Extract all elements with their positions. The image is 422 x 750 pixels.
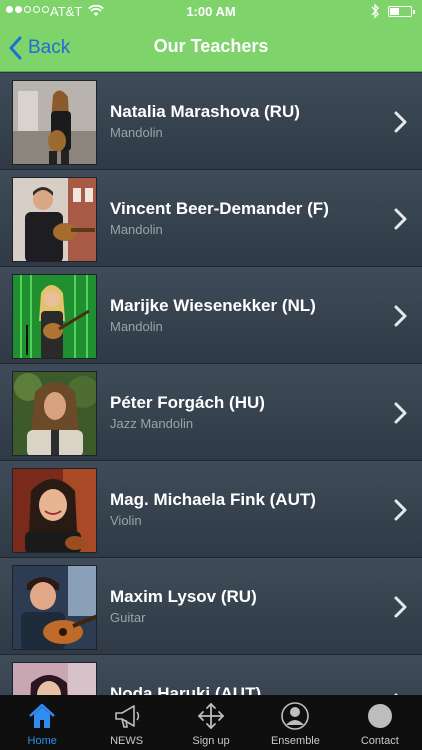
teachers-list[interactable]: Natalia Marashova (RU) Mandolin Vincent …	[0, 73, 422, 695]
teacher-row[interactable]: Péter Forgách (HU) Jazz Mandolin	[0, 364, 422, 461]
tab-label: Contact	[360, 735, 399, 747]
teacher-row[interactable]: Vincent Beer-Demander (F) Mandolin	[0, 170, 422, 267]
teacher-photo	[12, 274, 97, 359]
tab-label: Ensemble	[270, 735, 320, 747]
teacher-instrument: Mandolin	[110, 222, 163, 237]
teacher-photo	[12, 80, 97, 165]
teacher-row[interactable]: Mag. Michaela Fink (AUT) Violin	[0, 461, 422, 558]
battery-icon	[388, 6, 415, 17]
teacher-row[interactable]: Noda Haruki (AUT)	[0, 655, 422, 695]
status-time: 1:00 AM	[186, 4, 236, 19]
teacher-instrument: Guitar	[110, 610, 146, 625]
chevron-right-icon	[394, 208, 407, 230]
move-arrows-icon	[198, 703, 224, 729]
chevron-right-icon	[394, 111, 407, 133]
chevron-right-icon	[394, 499, 407, 521]
status-bar: AT&T 1:00 AM	[0, 0, 422, 24]
tab-label: Sign up	[192, 735, 230, 747]
teacher-photo	[12, 662, 97, 695]
tab-sign-up[interactable]: Sign up	[169, 695, 253, 750]
tab-news[interactable]: NEWS	[84, 695, 168, 750]
app-screen: AT&T 1:00 AM Back Our Teachers Natalia M…	[0, 0, 422, 750]
teacher-photo	[12, 565, 97, 650]
page-title: Our Teachers	[153, 36, 269, 56]
megaphone-icon	[114, 705, 139, 728]
top-bar: AT&T 1:00 AM Back Our Teachers	[0, 0, 422, 72]
teacher-instrument: Mandolin	[110, 319, 163, 334]
teacher-instrument: Mandolin	[110, 125, 163, 140]
tab-contact[interactable]: Contact	[338, 695, 422, 750]
teacher-photo	[12, 468, 97, 553]
person-icon	[281, 702, 310, 730]
teacher-row[interactable]: Maxim Lysov (RU) Guitar	[0, 558, 422, 655]
teacher-name: Noda Haruki (AUT)	[110, 684, 262, 695]
tab-bar: Home NEWS Sign up Ensemble Contact	[0, 695, 422, 750]
tab-home[interactable]: Home	[0, 695, 84, 750]
teacher-photo	[12, 177, 97, 262]
teacher-photo	[12, 371, 97, 456]
navigation-bar: Back Our Teachers	[0, 24, 422, 72]
bluetooth-icon	[371, 3, 379, 19]
circle-icon	[367, 704, 392, 728]
tab-label: NEWS	[110, 735, 144, 747]
tab-ensemble[interactable]: Ensemble	[253, 695, 337, 750]
teacher-name: Natalia Marashova (RU)	[110, 102, 300, 121]
teacher-name: Vincent Beer-Demander (F)	[110, 199, 329, 218]
tab-label: Home	[27, 735, 57, 747]
teacher-name: Marijke Wiesenekker (NL)	[110, 296, 316, 315]
teacher-row[interactable]: Marijke Wiesenekker (NL) Mandolin	[0, 267, 422, 364]
teacher-name: Mag. Michaela Fink (AUT)	[110, 490, 316, 509]
home-icon	[29, 703, 56, 728]
teacher-instrument: Violin	[110, 513, 142, 528]
teacher-name: Maxim Lysov (RU)	[110, 587, 257, 606]
chevron-right-icon	[394, 305, 407, 327]
teacher-name: Péter Forgách (HU)	[110, 393, 265, 412]
chevron-right-icon	[394, 402, 407, 424]
chevron-right-icon	[394, 596, 407, 618]
teacher-instrument: Jazz Mandolin	[110, 416, 194, 431]
teacher-row[interactable]: Natalia Marashova (RU) Mandolin	[0, 73, 422, 170]
